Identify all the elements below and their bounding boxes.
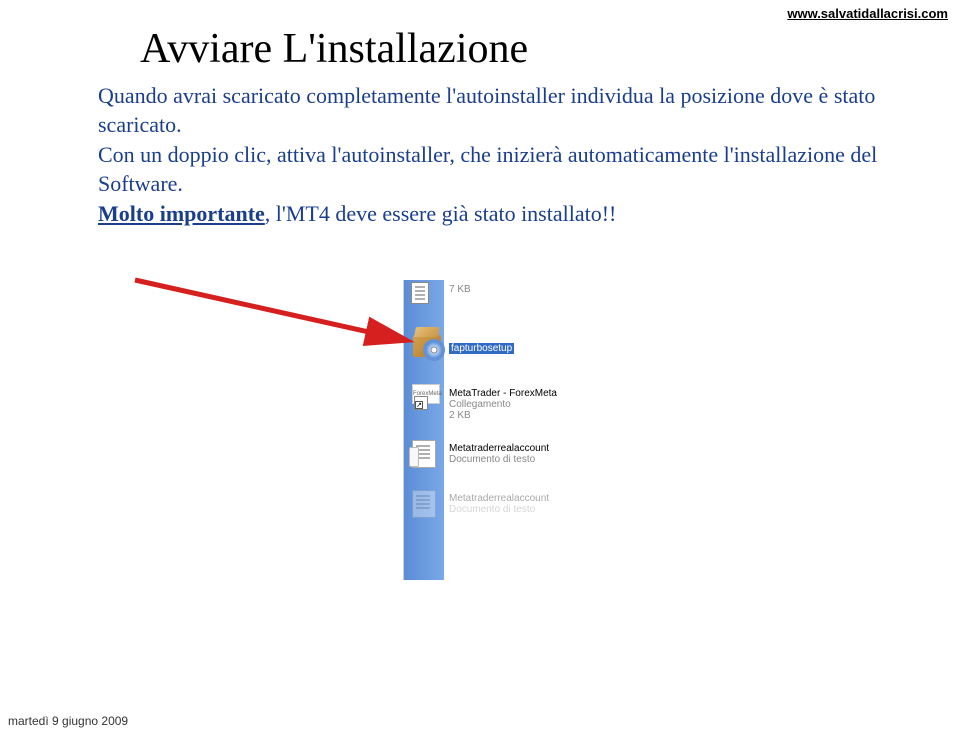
- page-title: Avviare L'installazione: [140, 25, 528, 73]
- file-size: 7 KB: [449, 284, 579, 295]
- installer-icon: [409, 325, 445, 361]
- file-type: Documento di testo: [449, 454, 579, 465]
- disc-icon: [423, 339, 445, 361]
- text-document-icon-faded: [412, 490, 436, 518]
- file-item-fapturbo[interactable]: fapturbosetup: [449, 343, 579, 354]
- selected-filename: fapturbosetup: [449, 343, 514, 354]
- red-arrow-annotation: [130, 275, 430, 375]
- header-url-link[interactable]: www.salvatidallacrisi.com: [787, 6, 948, 21]
- paragraph-2: Con un doppio clic, attiva l'autoinstall…: [98, 141, 878, 198]
- file-title: MetaTrader - ForexMeta: [449, 388, 579, 399]
- file-item-partial: 7 KB: [449, 284, 579, 295]
- paragraph-3: Molto importante, l'MT4 deve essere già …: [98, 200, 878, 229]
- document-icon: [411, 282, 429, 304]
- file-item-metatrader: MetaTrader - ForexMeta Collegamento 2 KB: [449, 388, 579, 421]
- important-text: , l'MT4 deve essere già stato installato…: [265, 201, 617, 226]
- file-size: 2 KB: [449, 410, 579, 421]
- important-label: Molto importante: [98, 201, 265, 226]
- metatrader-shortcut-icon: ForexMeta ↗: [412, 384, 440, 412]
- file-type: Documento di testo: [449, 504, 579, 515]
- text-document-icon: [412, 440, 436, 468]
- explorer-screenshot: 7 KB fapturbosetup ForexMeta ↗ MetaTrade…: [403, 280, 583, 580]
- paragraph-1: Quando avrai scaricato completamente l'a…: [98, 82, 878, 139]
- file-item-realaccount: Metatraderrealaccount Documento di testo: [449, 443, 579, 465]
- file-type: Collegamento: [449, 399, 579, 410]
- file-title: Metatraderrealaccount: [449, 443, 579, 454]
- shortcut-arrow-icon: ↗: [415, 401, 423, 409]
- file-item-realaccount-faded: Metatraderrealaccount Documento di testo: [449, 493, 579, 515]
- instruction-text: Quando avrai scaricato completamente l'a…: [98, 82, 878, 231]
- footer-date: martedì 9 giugno 2009: [8, 714, 128, 728]
- file-title: Metatraderrealaccount: [449, 493, 579, 504]
